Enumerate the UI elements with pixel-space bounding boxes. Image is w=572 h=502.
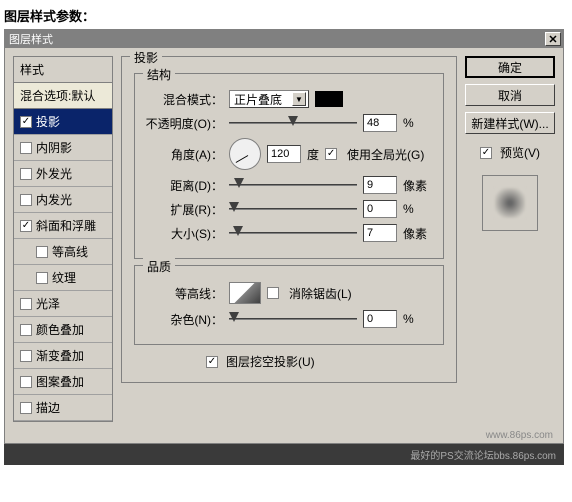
effect-panel: 投影 结构 混合模式： 正片叠底 ▼ 不透明度(O)：: [121, 56, 457, 422]
blend-mode-value: 正片叠底: [234, 91, 282, 108]
size-input[interactable]: [363, 224, 397, 242]
spread-input[interactable]: [363, 200, 397, 218]
size-slider[interactable]: [229, 226, 357, 240]
preview-label: 预览(V): [500, 144, 540, 161]
styles-list: 样式 混合选项:默认 投影内阴影外发光内发光斜面和浮雕等高线纹理光泽颜色叠加渐变…: [13, 56, 113, 422]
page-title: 图层样式参数：: [0, 0, 572, 29]
opacity-slider[interactable]: [229, 116, 357, 130]
quality-title: 品质: [143, 258, 175, 275]
style-checkbox[interactable]: [20, 350, 32, 362]
use-global-light-checkbox[interactable]: [325, 148, 337, 160]
style-label: 外发光: [36, 165, 72, 182]
close-button[interactable]: ✕: [545, 32, 561, 46]
shadow-color-swatch[interactable]: [315, 91, 343, 107]
style-item-8[interactable]: 颜色叠加: [14, 317, 112, 343]
antialias-label: 消除锯齿(L): [289, 285, 352, 302]
style-checkbox[interactable]: [20, 220, 32, 232]
style-checkbox[interactable]: [20, 402, 32, 414]
style-label: 内发光: [36, 191, 72, 208]
noise-slider[interactable]: [229, 312, 357, 326]
noise-input[interactable]: [363, 310, 397, 328]
style-item-9[interactable]: 渐变叠加: [14, 343, 112, 369]
distance-input[interactable]: [363, 176, 397, 194]
style-label: 光泽: [36, 295, 60, 312]
style-label: 内阴影: [36, 139, 72, 156]
opacity-input[interactable]: [363, 114, 397, 132]
style-label: 等高线: [52, 243, 88, 260]
footer-bar: 最好的PS交流论坛bbs.86ps.com: [4, 444, 564, 465]
size-unit: 像素: [403, 225, 433, 242]
noise-unit: %: [403, 312, 433, 326]
angle-input[interactable]: [267, 145, 301, 163]
style-item-5[interactable]: 等高线: [14, 239, 112, 265]
style-label: 斜面和浮雕: [36, 217, 96, 234]
cancel-button[interactable]: 取消: [465, 84, 555, 106]
style-checkbox[interactable]: [20, 298, 32, 310]
structure-group: 结构 混合模式： 正片叠底 ▼ 不透明度(O)：: [134, 73, 444, 259]
style-checkbox[interactable]: [36, 246, 48, 258]
style-label: 颜色叠加: [36, 321, 84, 338]
contour-picker[interactable]: [229, 282, 261, 304]
style-checkbox[interactable]: [36, 272, 48, 284]
effect-group: 投影 结构 混合模式： 正片叠底 ▼ 不透明度(O)：: [121, 56, 457, 383]
right-buttons: 确定 取消 新建样式(W)... 预览(V): [465, 56, 555, 422]
preview-box: [482, 175, 538, 231]
style-checkbox[interactable]: [20, 116, 32, 128]
blend-mode-label: 混合模式：: [145, 91, 223, 108]
style-item-4[interactable]: 斜面和浮雕: [14, 213, 112, 239]
style-checkbox[interactable]: [20, 142, 32, 154]
style-label: 图案叠加: [36, 373, 84, 390]
angle-unit: 度: [307, 146, 319, 163]
contour-label: 等高线：: [145, 285, 223, 302]
distance-label: 距离(D)：: [145, 177, 223, 194]
opacity-unit: %: [403, 116, 433, 130]
style-item-2[interactable]: 外发光: [14, 161, 112, 187]
titlebar: 图层样式 ✕: [5, 30, 563, 48]
style-label: 渐变叠加: [36, 347, 84, 364]
angle-dial[interactable]: [229, 138, 261, 170]
distance-unit: 像素: [403, 177, 433, 194]
preview-thumbnail: [495, 188, 525, 218]
style-label: 纹理: [52, 269, 76, 286]
size-label: 大小(S)：: [145, 225, 223, 242]
dialog-title: 图层样式: [9, 31, 53, 47]
preview-checkbox[interactable]: [480, 147, 492, 159]
structure-title: 结构: [143, 66, 175, 83]
opacity-label: 不透明度(O)：: [145, 115, 223, 132]
blend-options-default[interactable]: 混合选项:默认: [14, 83, 112, 109]
spread-label: 扩展(R)：: [145, 201, 223, 218]
style-item-1[interactable]: 内阴影: [14, 135, 112, 161]
noise-label: 杂色(N)：: [145, 311, 223, 328]
angle-label: 角度(A)：: [145, 146, 223, 163]
style-checkbox[interactable]: [20, 324, 32, 336]
knockout-label: 图层挖空投影(U): [226, 353, 315, 370]
antialias-checkbox[interactable]: [267, 287, 279, 299]
style-checkbox[interactable]: [20, 194, 32, 206]
use-global-light-label: 使用全局光(G): [347, 146, 424, 163]
quality-group: 品质 等高线： 消除锯齿(L) 杂色(N)： %: [134, 265, 444, 345]
style-item-3[interactable]: 内发光: [14, 187, 112, 213]
style-label: 描边: [36, 399, 60, 416]
style-label: 投影: [36, 113, 60, 130]
spread-slider[interactable]: [229, 202, 357, 216]
ok-button[interactable]: 确定: [465, 56, 555, 78]
style-checkbox[interactable]: [20, 168, 32, 180]
spread-unit: %: [403, 202, 433, 216]
style-checkbox[interactable]: [20, 376, 32, 388]
layer-style-dialog: 图层样式 ✕ 样式 混合选项:默认 投影内阴影外发光内发光斜面和浮雕等高线纹理光…: [4, 29, 564, 444]
effect-title: 投影: [130, 49, 162, 66]
style-item-0[interactable]: 投影: [14, 109, 112, 135]
knockout-checkbox[interactable]: [206, 356, 218, 368]
blend-mode-select[interactable]: 正片叠底 ▼: [229, 90, 309, 108]
style-item-6[interactable]: 纹理: [14, 265, 112, 291]
style-item-7[interactable]: 光泽: [14, 291, 112, 317]
watermark: www.86ps.com: [5, 426, 563, 443]
styles-header[interactable]: 样式: [14, 57, 112, 83]
distance-slider[interactable]: [229, 178, 357, 192]
chevron-down-icon: ▼: [292, 92, 306, 106]
style-item-11[interactable]: 描边: [14, 395, 112, 421]
new-style-button[interactable]: 新建样式(W)...: [465, 112, 555, 134]
style-item-10[interactable]: 图案叠加: [14, 369, 112, 395]
